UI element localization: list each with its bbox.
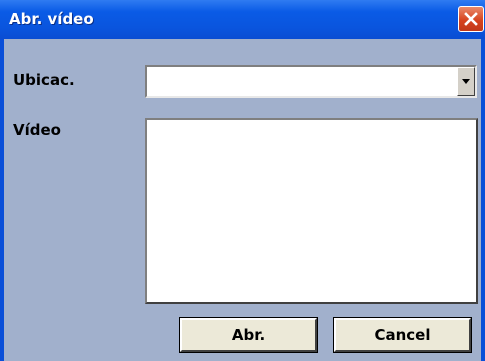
open-video-dialog: Abr. vídeo Ubicac. Vídeo Abr. Cancel <box>0 0 485 361</box>
cancel-button[interactable]: Cancel <box>333 317 472 353</box>
open-button[interactable]: Abr. <box>179 317 318 353</box>
dialog-title: Abr. vídeo <box>9 10 94 28</box>
close-button[interactable] <box>458 6 484 32</box>
chevron-down-icon <box>462 79 470 84</box>
title-bar[interactable]: Abr. vídeo <box>0 0 485 39</box>
close-icon <box>464 12 478 26</box>
location-dropdown-button[interactable] <box>457 67 475 96</box>
video-label: Vídeo <box>13 121 61 139</box>
video-listbox[interactable] <box>145 118 478 304</box>
dialog-body: Ubicac. Vídeo Abr. Cancel <box>4 39 481 361</box>
location-combobox[interactable] <box>145 65 477 98</box>
location-label: Ubicac. <box>13 71 75 89</box>
